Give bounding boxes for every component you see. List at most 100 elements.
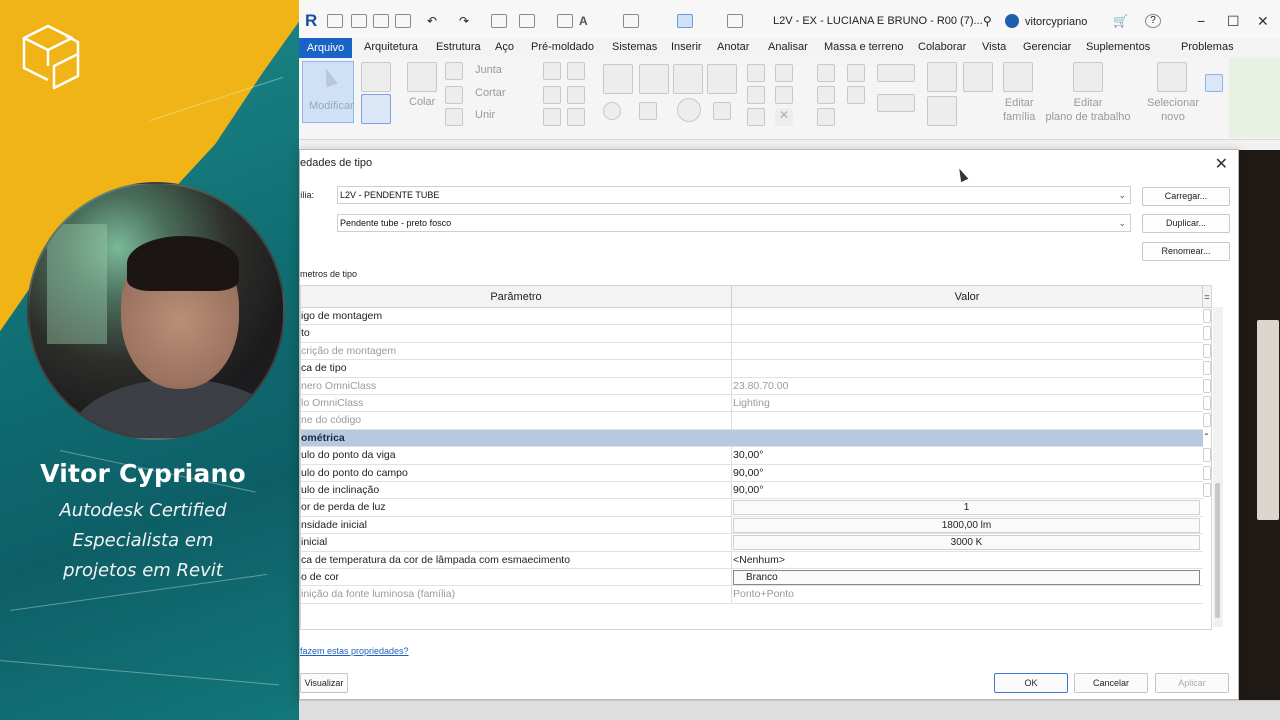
tab-problemas[interactable]: Problemas	[1181, 41, 1234, 53]
tool-icon[interactable]	[567, 108, 585, 126]
properties-icon[interactable]	[361, 62, 391, 92]
grid-toggle-icon[interactable]: =	[1203, 286, 1211, 308]
create-icon[interactable]	[877, 94, 915, 112]
align-icon[interactable]	[603, 64, 633, 94]
edit-family-button[interactable]: Editar família	[1003, 96, 1035, 124]
table-row[interactable]: crição de montagem	[301, 342, 1211, 361]
edit-workplane-icon[interactable]	[1073, 62, 1103, 92]
match-icon[interactable]	[445, 108, 463, 126]
tab-massa-e-terreno[interactable]: Massa e terreno	[824, 41, 903, 53]
table-row[interactable]: to	[301, 325, 1211, 343]
parameter-value[interactable]: 90,00°	[733, 482, 763, 499]
offset-icon[interactable]	[639, 64, 669, 94]
help-link[interactable]: fazem estas propriedades?	[300, 646, 409, 656]
switch-windows-icon[interactable]	[727, 14, 743, 28]
cut-geometry-label[interactable]: Cortar	[475, 87, 506, 99]
associate-parameter-button[interactable]	[1203, 413, 1211, 428]
table-row[interactable]: ca de tipo	[301, 360, 1211, 378]
tab-aco[interactable]: Aço	[495, 41, 514, 53]
trim-icon[interactable]	[713, 102, 731, 120]
maximize-button[interactable]: ☐	[1227, 13, 1240, 30]
parameter-value[interactable]: 1	[733, 500, 1200, 516]
duplicate-button[interactable]: Duplicar...	[1142, 214, 1230, 233]
tab-suplementos[interactable]: Suplementos	[1086, 41, 1150, 53]
measure-icon[interactable]	[519, 14, 535, 28]
thin-lines-icon[interactable]	[677, 14, 693, 28]
parameter-value[interactable]: 1800,00 lm	[733, 517, 1200, 533]
open-icon[interactable]	[327, 14, 343, 28]
copy-icon[interactable]	[445, 86, 463, 104]
table-row[interactable]: ulo do ponto da viga 30,00°	[301, 447, 1211, 465]
tool-icon[interactable]	[543, 86, 561, 104]
tab-anotar[interactable]: Anotar	[717, 41, 749, 53]
column-header-value[interactable]: Valor	[732, 286, 1202, 308]
parameter-value[interactable]: Ponto+Ponto	[733, 586, 794, 603]
group-header-row[interactable]: ométrica ⌃	[301, 429, 1210, 448]
tool-icon[interactable]	[1205, 74, 1223, 92]
sync-icon[interactable]	[395, 14, 411, 28]
tab-analisar[interactable]: Analisar	[768, 41, 808, 53]
rename-button[interactable]: Renomear...	[1142, 242, 1230, 261]
tab-vista[interactable]: Vista	[982, 41, 1006, 53]
tab-gerenciar[interactable]: Gerenciar	[1023, 41, 1071, 53]
parameter-value[interactable]: <Nenhum>	[733, 552, 785, 569]
associate-parameter-button[interactable]	[1203, 465, 1211, 480]
user-icon[interactable]	[1005, 14, 1019, 28]
table-row[interactable]: inicial 3000 K	[301, 534, 1203, 552]
move-icon[interactable]	[603, 102, 621, 120]
tab-pre-moldado[interactable]: Pré-moldado	[531, 41, 594, 53]
dimension-icon[interactable]	[557, 14, 573, 28]
table-row[interactable]: ulo de inclinação 90,00°	[301, 482, 1211, 500]
close-icon[interactable]: ✕	[1215, 154, 1228, 174]
redo-icon[interactable]: ↷	[459, 14, 475, 28]
3d-view-icon[interactable]	[623, 14, 639, 28]
measure-tool-icon[interactable]	[847, 86, 865, 104]
scrollbar-thumb[interactable]	[1215, 483, 1220, 618]
associate-parameter-button[interactable]	[1203, 361, 1211, 376]
dimension-tool-icon[interactable]	[877, 64, 915, 82]
help-icon[interactable]: ?	[1145, 14, 1161, 28]
host-icon[interactable]	[927, 62, 957, 92]
table-row[interactable]: ulo do ponto do campo 90,00°	[301, 464, 1211, 482]
select-new-button[interactable]: Selecionar novo	[1145, 96, 1201, 124]
type-select[interactable]: Pendente tube - preto fosco ⌄	[337, 214, 1131, 232]
table-row[interactable]: inição da fonte luminosa (família) Ponto+…	[301, 586, 1203, 604]
cart-icon[interactable]: 🛒	[1113, 14, 1129, 28]
tab-arquivo[interactable]: Arquivo	[299, 38, 352, 58]
scale-icon[interactable]	[775, 86, 793, 104]
preview-button[interactable]: Visualizar	[300, 673, 348, 693]
table-row[interactable]: nsidade inicial 1800,00 lm	[301, 516, 1203, 535]
undo-icon[interactable]: ↶	[427, 14, 443, 28]
split-icon[interactable]	[747, 64, 765, 82]
associate-parameter-button[interactable]	[1203, 396, 1211, 410]
minimize-button[interactable]: −	[1197, 13, 1205, 29]
associate-parameter-button[interactable]	[1203, 343, 1211, 358]
family-select[interactable]: L2V - PENDENTE TUBE ⌄	[337, 186, 1131, 204]
associate-parameter-button[interactable]	[1203, 309, 1211, 323]
array-icon[interactable]	[747, 86, 765, 104]
join-label[interactable]: Junta	[475, 64, 502, 76]
tool-icon[interactable]	[543, 108, 561, 126]
tab-sistemas[interactable]: Sistemas	[612, 41, 657, 53]
navigation-bar[interactable]	[1257, 320, 1279, 520]
paste-label[interactable]: Colar	[409, 96, 435, 108]
edit-family-icon[interactable]	[963, 62, 993, 92]
save-icon[interactable]	[373, 14, 389, 28]
type-properties-icon[interactable]	[361, 94, 391, 124]
binoculars-icon[interactable]: ⚲	[983, 14, 999, 28]
table-row[interactable]: ne do código	[301, 412, 1211, 430]
modify-button[interactable]: Modificar	[302, 61, 354, 123]
parameter-value[interactable]: 3000 K	[733, 535, 1200, 551]
view-icon[interactable]	[817, 64, 835, 82]
tool-icon[interactable]	[543, 62, 561, 80]
unite-label[interactable]: Unir	[475, 109, 495, 121]
close-window-button[interactable]: ✕	[1257, 13, 1269, 30]
load-button[interactable]: Carregar...	[1142, 187, 1230, 206]
ok-button[interactable]: OK	[994, 673, 1068, 693]
paste-icon[interactable]	[407, 62, 437, 92]
tab-arquitetura[interactable]: Arquitetura	[364, 41, 418, 53]
copy-element-icon[interactable]	[639, 102, 657, 120]
tab-estrutura[interactable]: Estrutura	[436, 41, 481, 53]
table-row[interactable]: ca de temperatura da cor de lâmpada com …	[301, 551, 1203, 569]
edit-workplane-button[interactable]: Editar plano de trabalho	[1045, 96, 1131, 124]
